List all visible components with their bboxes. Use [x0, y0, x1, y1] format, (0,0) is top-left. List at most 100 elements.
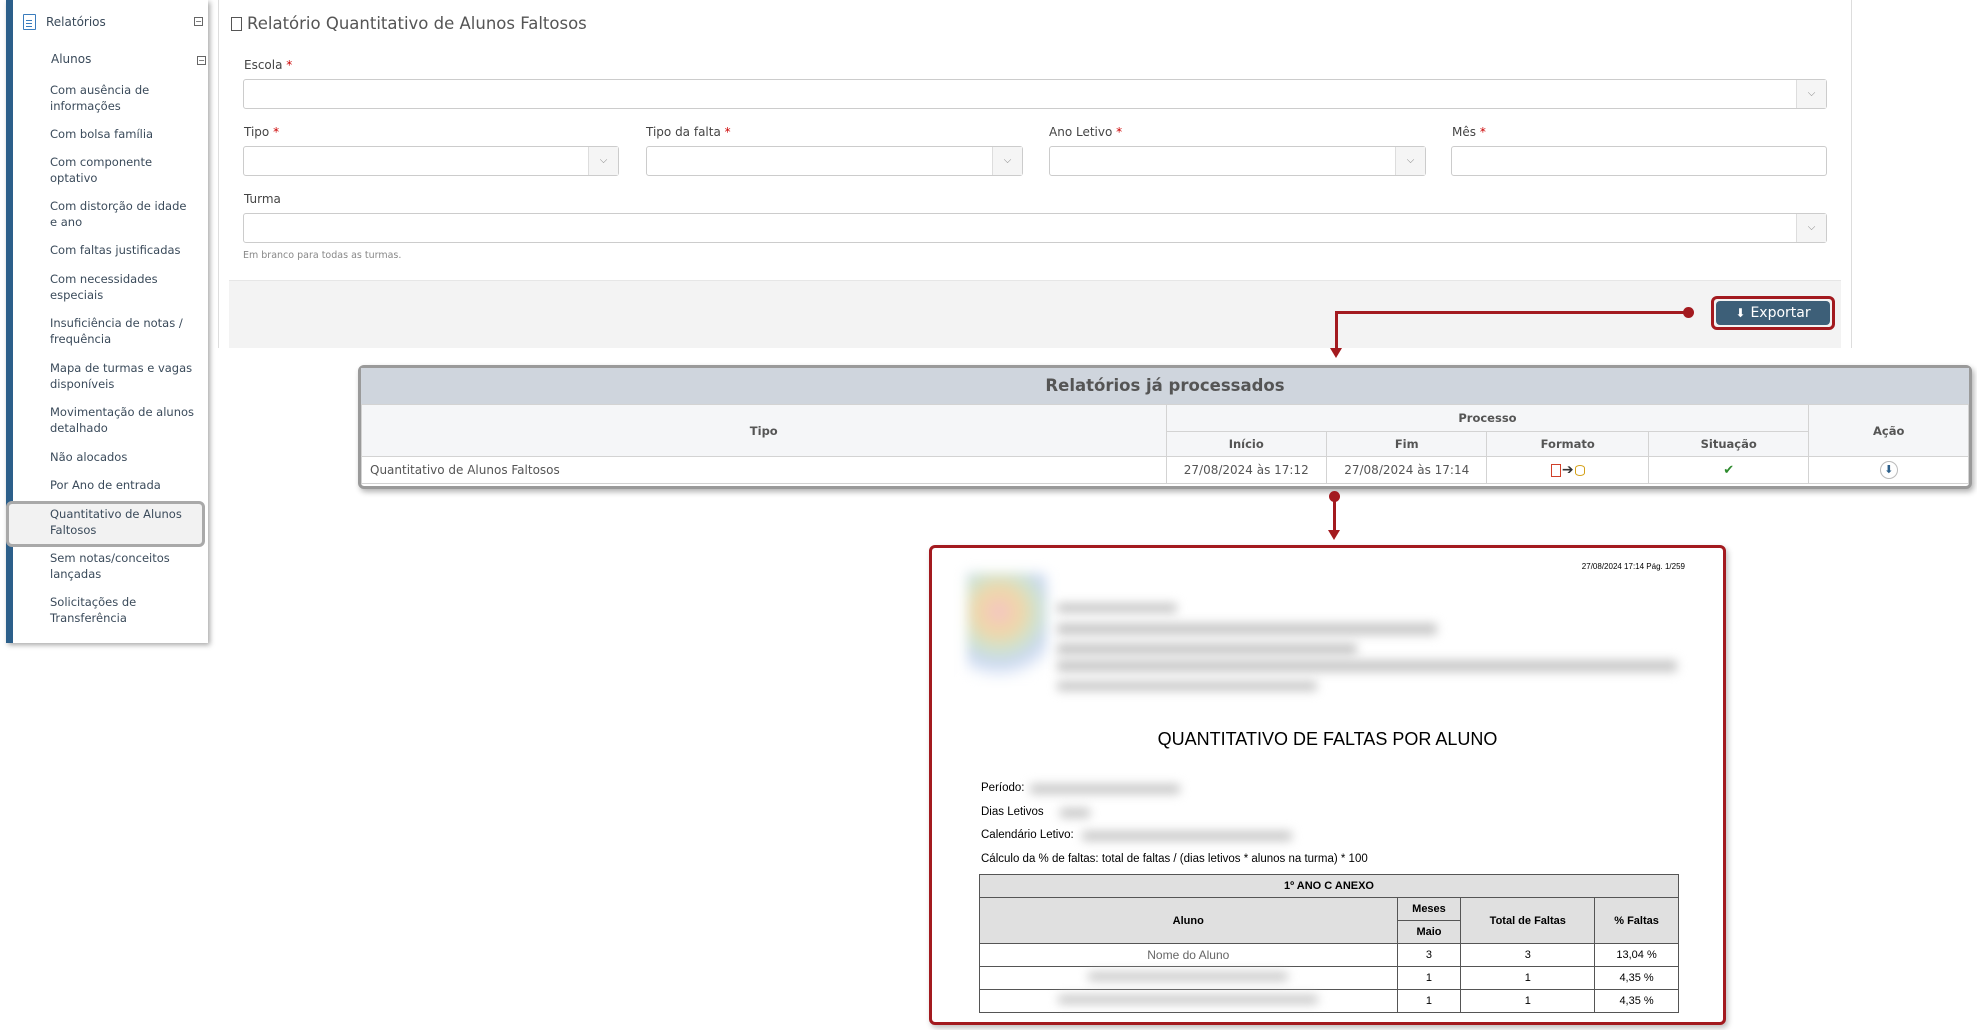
tipo-falta-select[interactable]: ⌵	[646, 146, 1023, 176]
report-form-panel: Relatório Quantitativo de Alunos Faltoso…	[218, 0, 1852, 348]
chevron-down-icon[interactable]: ⌵	[1395, 147, 1425, 175]
sidebar-item[interactable]: Insuficiência de notas / frequência	[50, 315, 195, 347]
report-title: QUANTITATIVO DE FALTAS POR ALUNO	[1157, 729, 1498, 749]
col-acao: Ação	[1808, 404, 1969, 457]
collapse-toggle-icon[interactable]: −	[197, 56, 206, 65]
report-preview: 27/08/2024 17:14 Pág. 1/259 QUANTITATIVO…	[929, 545, 1726, 1025]
table-row: Nome do Aluno 3 3 13,04 %	[979, 943, 1679, 967]
export-button[interactable]: ⬇ Exportar	[1716, 301, 1830, 325]
export-button-label: Exportar	[1750, 305, 1811, 321]
blurred-text	[1060, 808, 1090, 818]
blurred-text	[1057, 681, 1317, 691]
col-formato: Formato	[1486, 431, 1649, 457]
report-col-maio: Maio	[1396, 920, 1462, 944]
mes-input[interactable]	[1451, 146, 1827, 176]
row-formato: ➔	[1486, 456, 1649, 484]
tipo-label: Tipo *	[244, 125, 280, 139]
blurred-text	[1082, 831, 1292, 841]
sidebar-header[interactable]: Relatórios −	[23, 12, 203, 32]
report-col-meses: Meses	[1396, 897, 1462, 921]
annotation-line	[1335, 311, 1338, 349]
report-maio: 3	[1396, 943, 1462, 967]
report-pct: 13,04 %	[1594, 943, 1679, 967]
chevron-down-icon[interactable]: ⌵	[1796, 214, 1826, 242]
col-inicio: Início	[1165, 431, 1327, 457]
report-pct: 4,35 %	[1594, 966, 1679, 990]
sidebar-item[interactable]: Com faltas justificadas	[50, 242, 195, 258]
sidebar-item[interactable]: Com componente optativo	[50, 154, 195, 186]
report-col-aluno: Aluno	[979, 897, 1398, 944]
turma-label: Turma	[244, 192, 281, 206]
form-footer	[229, 280, 1841, 348]
turma-hint: Em branco para todas as turmas.	[243, 250, 402, 261]
report-col-total: Total de Faltas	[1460, 897, 1596, 944]
report-table: 1º ANO C ANEXO Aluno Meses Total de Falt…	[979, 874, 1679, 1013]
page-icon	[231, 16, 242, 31]
report-col-pct: % Faltas	[1594, 897, 1679, 944]
report-calendario: Calendário Letivo:	[981, 829, 1074, 841]
sidebar-item[interactable]: Com ausência de informações	[50, 82, 195, 114]
annotation-line	[1333, 498, 1336, 530]
chevron-down-icon[interactable]: ⌵	[1796, 80, 1826, 108]
sidebar-item[interactable]: Com necessidades especiais	[50, 271, 195, 303]
sidebar-item[interactable]: Movimentação de alunos detalhado	[50, 404, 195, 436]
mes-label: Mês *	[1452, 125, 1486, 139]
tipo-falta-label: Tipo da falta *	[646, 125, 731, 139]
sidebar-item[interactable]: Solicitações de Transferência	[50, 594, 195, 626]
report-total: 1	[1460, 966, 1596, 990]
report-calculo: Cálculo da % de faltas: total de faltas …	[981, 853, 1368, 865]
ano-letivo-label: Ano Letivo *	[1049, 125, 1123, 139]
arrow-right-icon: ➔	[1561, 462, 1574, 478]
report-total: 1	[1460, 989, 1596, 1013]
blurred-logo	[967, 573, 1047, 683]
collapse-toggle-icon[interactable]: −	[194, 17, 203, 26]
processed-reports-title: Relatórios já processados	[361, 368, 1969, 404]
chevron-down-icon[interactable]: ⌵	[588, 147, 618, 175]
document-icon	[23, 14, 36, 30]
row-fim: 27/08/2024 às 17:14	[1325, 456, 1488, 484]
blurred-text	[1057, 643, 1357, 655]
table-row: Quantitativo de Alunos Faltosos 27/08/20…	[361, 456, 1969, 484]
blurred-text	[1057, 660, 1677, 672]
report-maio: 1	[1396, 989, 1462, 1013]
sidebar-item-selected[interactable]: Quantitativo de Alunos Faltosos	[50, 506, 195, 538]
table-row: 1 1 4,35 %	[979, 989, 1679, 1013]
col-tipo: Tipo	[361, 404, 1167, 457]
sidebar-item[interactable]: Sem notas/conceitos lançadas	[50, 550, 195, 582]
sidebar-group-alunos[interactable]: Alunos	[51, 52, 91, 66]
sidebar-item[interactable]: Por Ano de entrada	[50, 477, 195, 493]
processed-reports-panel: Relatórios já processados Tipo Processo …	[358, 365, 1972, 489]
col-processo: Processo	[1165, 404, 1810, 432]
sidebar-item[interactable]: Mapa de turmas e vagas disponíveis	[50, 360, 195, 392]
report-aluno	[979, 989, 1398, 1013]
col-situacao: Situação	[1647, 431, 1810, 457]
annotation-arrow	[1328, 530, 1340, 540]
download-icon[interactable]: ⬇	[1879, 461, 1898, 479]
escola-select[interactable]: ⌵	[243, 79, 1827, 109]
report-timestamp: 27/08/2024 17:14 Pág. 1/259	[1581, 562, 1685, 571]
chevron-down-icon[interactable]: ⌵	[992, 147, 1022, 175]
blurred-text	[1030, 784, 1180, 794]
annotation-line	[1336, 311, 1688, 314]
table-row: 1 1 4,35 %	[979, 966, 1679, 990]
report-pct: 4,35 %	[1594, 989, 1679, 1013]
row-acao: ⬇	[1808, 456, 1969, 484]
turma-select[interactable]: ⌵	[243, 213, 1827, 243]
sidebar-item[interactable]: Com bolsa família	[50, 126, 195, 142]
row-inicio: 27/08/2024 às 17:12	[1165, 456, 1327, 484]
blurred-text	[1057, 623, 1437, 635]
report-dias-letivos: Dias Letivos	[981, 806, 1044, 818]
check-icon: ✔	[1723, 462, 1735, 478]
export-highlight: ⬇ Exportar	[1711, 296, 1835, 330]
tipo-select[interactable]: ⌵	[243, 146, 619, 176]
sidebar-item[interactable]: Com distorção de idade e ano	[50, 198, 195, 230]
col-fim: Fim	[1325, 431, 1488, 457]
annotation-arrow	[1330, 348, 1342, 358]
blurred-text	[1057, 603, 1177, 613]
report-aluno	[979, 966, 1398, 990]
sidebar-item[interactable]: Não alocados	[50, 449, 195, 465]
download-icon: ⬇	[1735, 306, 1746, 320]
ano-letivo-select[interactable]: ⌵	[1049, 146, 1426, 176]
report-turma: 1º ANO C ANEXO	[979, 874, 1679, 898]
escola-label: Escola *	[244, 58, 293, 72]
